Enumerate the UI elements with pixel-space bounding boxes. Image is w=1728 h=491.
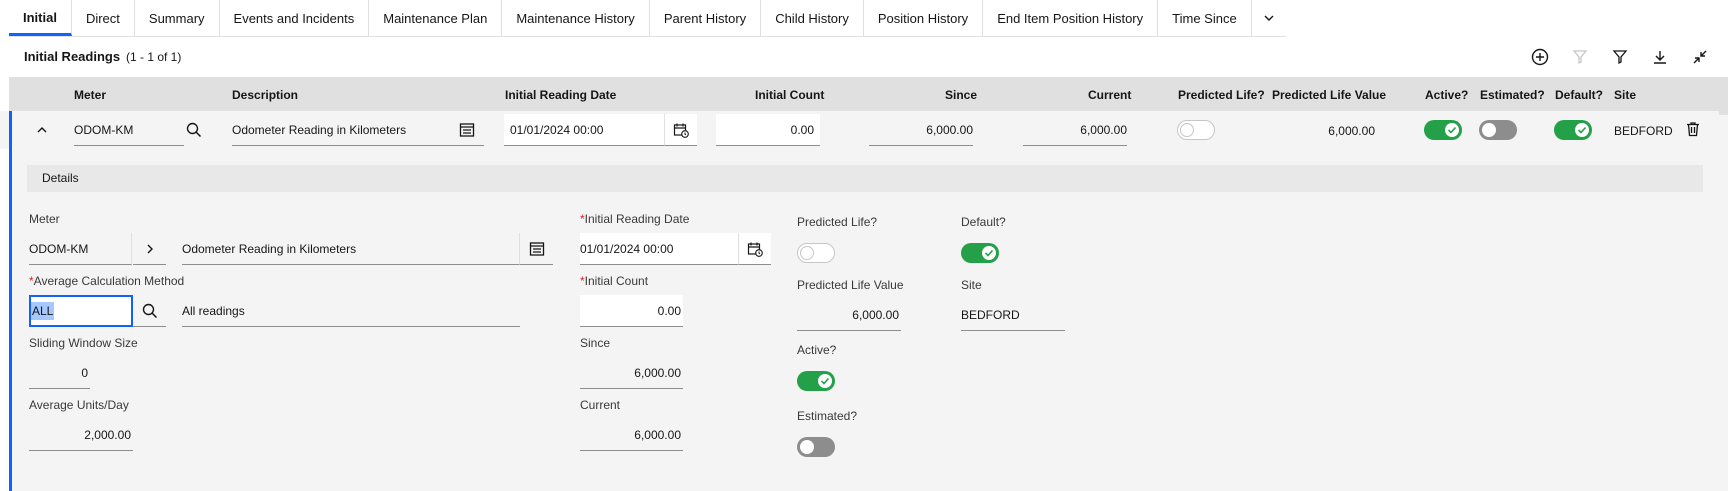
avg-calc-method-value: ALL — [31, 302, 55, 320]
delete-icon[interactable] — [1685, 121, 1701, 142]
initial-count-field[interactable]: 0.00 — [580, 295, 683, 327]
avg-units-day-label: Average Units/Day — [29, 398, 129, 412]
row-initial-count[interactable]: 0.00 — [716, 114, 820, 146]
tab-initial[interactable]: Initial — [9, 0, 72, 36]
table-count: (1 - 1 of 1) — [126, 50, 182, 64]
clear-filter-icon — [1569, 46, 1591, 68]
collapse-icon[interactable] — [1689, 46, 1711, 68]
tab-position-history[interactable]: Position History — [864, 0, 984, 36]
row-initial-reading-date[interactable]: 01/01/2024 00:00 — [504, 114, 664, 146]
search-icon — [142, 303, 157, 318]
row-predicted-life-value: 6,000.00 — [1328, 124, 1375, 138]
calendar-icon — [673, 123, 689, 138]
active-toggle[interactable] — [797, 371, 835, 391]
meter-long-description-button[interactable] — [520, 233, 553, 265]
active-label: Active? — [797, 343, 837, 357]
tab-child-history[interactable]: Child History — [761, 0, 864, 36]
row-since: 6,000.00 — [869, 114, 973, 146]
row-meter[interactable]: ODOM-KM — [74, 114, 184, 146]
row-active-toggle[interactable] — [1424, 120, 1462, 140]
col-current[interactable]: Current — [1088, 88, 1131, 102]
site-label: Site — [961, 278, 982, 292]
search-icon[interactable] — [186, 122, 202, 143]
tab-time-since[interactable]: Time Since — [1158, 0, 1252, 36]
long-description-icon[interactable] — [459, 122, 475, 143]
row-site: BEDFORD — [1614, 124, 1673, 138]
avg-calc-method-input[interactable]: ALL — [29, 295, 133, 327]
predicted-life-value-label: Predicted Life Value — [797, 278, 904, 292]
sliding-window-label: Sliding Window Size — [29, 336, 138, 350]
estimated-label: Estimated? — [797, 409, 858, 423]
since-label: Since — [580, 336, 611, 350]
current-label: Current — [580, 398, 621, 412]
avg-calc-method-search-button[interactable] — [133, 295, 166, 327]
initial-count-label: *Initial Count — [580, 274, 649, 288]
estimated-toggle[interactable] — [797, 437, 835, 457]
col-predicted-life-value[interactable]: Predicted Life Value — [1272, 88, 1386, 102]
collapse-row-button[interactable] — [34, 122, 50, 138]
site-field: BEDFORD — [961, 299, 1065, 331]
col-meter[interactable]: Meter — [74, 88, 106, 102]
avg-calc-method-description: All readings — [182, 295, 520, 327]
tab-end-item-position-history[interactable]: End Item Position History — [983, 0, 1159, 36]
avg-units-day-field: 2,000.00 — [29, 419, 133, 451]
col-predicted-life[interactable]: Predicted Life? — [1178, 88, 1265, 102]
col-description[interactable]: Description — [232, 88, 298, 102]
table-title: Initial Readings — [24, 49, 121, 64]
meter-label: Meter — [29, 212, 60, 226]
tab-maintenance-history[interactable]: Maintenance History — [502, 0, 650, 36]
since-field: 6,000.00 — [580, 357, 683, 389]
tab-direct[interactable]: Direct — [72, 0, 135, 36]
row-predicted-life-toggle[interactable] — [1177, 120, 1215, 140]
row-estimated-toggle[interactable] — [1479, 120, 1517, 140]
meter-field[interactable]: ODOM-KM — [29, 233, 132, 265]
meter-description-field[interactable]: Odometer Reading in Kilometers — [182, 233, 520, 265]
sliding-window-field[interactable]: 0 — [29, 357, 90, 389]
predicted-life-value-field: 6,000.00 — [797, 299, 901, 331]
meter-navigate-button[interactable] — [133, 233, 166, 265]
initial-reading-date-label: *Initial Reading Date — [580, 212, 690, 226]
chevron-up-icon — [37, 127, 47, 133]
avg-calc-method-label: *Average Calculation Method — [29, 274, 185, 288]
initial-reading-date-field[interactable]: 01/01/2024 00:00 — [580, 233, 738, 265]
details-header[interactable] — [27, 165, 1703, 192]
date-picker-button[interactable] — [738, 233, 771, 265]
chevron-down-icon — [1264, 15, 1274, 21]
panel-header: Initial Readings (1 - 1 of 1) — [9, 37, 1728, 77]
add-icon[interactable] — [1529, 46, 1551, 68]
col-active[interactable]: Active? — [1425, 88, 1468, 102]
row-date-picker-button[interactable] — [664, 114, 697, 146]
checkmark-icon — [820, 377, 830, 385]
filter-icon[interactable] — [1609, 46, 1631, 68]
col-initial-count[interactable]: Initial Count — [755, 88, 824, 102]
checkmark-icon — [1577, 126, 1587, 134]
default-label: Default? — [961, 215, 1006, 229]
predicted-life-label: Predicted Life? — [797, 215, 878, 229]
col-since[interactable]: Since — [945, 88, 977, 102]
details-title: Details — [42, 171, 79, 185]
tab-parent-history[interactable]: Parent History — [650, 0, 762, 36]
download-icon[interactable] — [1649, 46, 1671, 68]
default-toggle[interactable] — [961, 243, 999, 263]
checkmark-icon — [984, 249, 994, 257]
row-description[interactable]: Odometer Reading in Kilometers — [232, 114, 484, 146]
predicted-life-toggle[interactable] — [797, 243, 835, 263]
tab-maintenance-plan[interactable]: Maintenance Plan — [369, 0, 503, 36]
chevron-right-icon — [147, 244, 153, 253]
row-current: 6,000.00 — [1023, 114, 1127, 146]
checkmark-icon — [1447, 126, 1457, 134]
tab-summary[interactable]: Summary — [135, 0, 220, 36]
col-initial-reading-date[interactable]: Initial Reading Date — [505, 88, 616, 102]
col-site[interactable]: Site — [1614, 88, 1636, 102]
expanded-row-indicator — [9, 111, 12, 491]
calendar-icon — [747, 242, 763, 257]
long-description-icon — [529, 241, 544, 256]
more-tabs-button[interactable] — [1252, 0, 1286, 36]
tab-bar: Initial Direct Summary Events and Incide… — [9, 0, 1286, 37]
row-default-toggle[interactable] — [1554, 120, 1592, 140]
col-default[interactable]: Default? — [1555, 88, 1603, 102]
col-estimated[interactable]: Estimated? — [1480, 88, 1545, 102]
current-field: 6,000.00 — [580, 419, 683, 451]
tab-events-and-incidents[interactable]: Events and Incidents — [220, 0, 370, 36]
